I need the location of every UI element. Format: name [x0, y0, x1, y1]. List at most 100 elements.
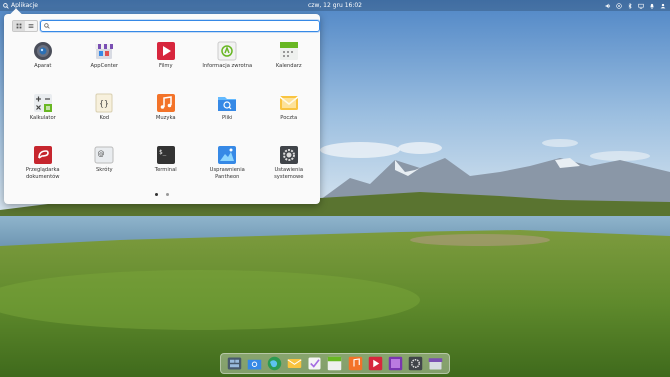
bluetooth-icon [628, 2, 632, 9]
app-skroty[interactable]: @ Skróty [74, 142, 136, 194]
dock-settings[interactable] [408, 356, 423, 371]
dock-multitasking[interactable] [227, 356, 242, 371]
dock-appcenter[interactable] [428, 356, 443, 371]
app-filmy[interactable]: Filmy [135, 38, 197, 90]
page-indicator [4, 193, 320, 196]
appcenter-icon [95, 44, 114, 59]
display-indicator[interactable] [638, 3, 644, 9]
calendar-icon [279, 42, 298, 60]
dock-music[interactable] [348, 356, 363, 371]
app-label: Ustawienia systemowe [274, 167, 304, 180]
mail-icon [287, 359, 302, 368]
dock-mail[interactable] [287, 356, 302, 371]
grid-icon [16, 23, 22, 29]
files-icon [247, 359, 261, 370]
app-label: Poczta [280, 115, 298, 121]
notifications-indicator[interactable] [649, 3, 655, 9]
files-icon [218, 97, 237, 111]
app-kalendarz[interactable]: Kalendarz [258, 38, 320, 90]
app-kod[interactable]: {} Kod [74, 90, 136, 142]
panel-clock[interactable]: czw, 12 gru 16:02 [308, 2, 362, 9]
svg-text:$_: $_ [159, 149, 167, 156]
volume-icon [605, 3, 611, 8]
app-usprawnienia-pantheon[interactable]: Usprawnienia Pantheon [197, 142, 259, 194]
videos-icon [368, 356, 383, 371]
top-panel: Aplikacje czw, 12 gru 16:02 [0, 0, 670, 11]
feedback-icon [217, 41, 237, 61]
list-icon [28, 24, 34, 28]
dock-calendar[interactable] [327, 356, 342, 371]
applications-menu-button[interactable]: Aplikacje [3, 0, 38, 11]
mail-icon [279, 96, 299, 110]
photos-icon [388, 356, 403, 371]
dock-photos[interactable] [388, 356, 403, 371]
camera-icon [33, 42, 52, 60]
app-poczta[interactable]: Poczta [258, 90, 320, 142]
monitor-icon [638, 3, 644, 9]
music-icon [156, 94, 175, 112]
page-dot-1[interactable] [155, 193, 158, 196]
bluetooth-indicator[interactable] [627, 2, 633, 9]
network-indicator[interactable] [616, 2, 622, 9]
app-aparat[interactable]: Aparat [12, 38, 74, 90]
app-pliki[interactable]: Pliki [197, 90, 259, 142]
search-box [40, 20, 320, 32]
dock-browser[interactable] [267, 356, 282, 371]
app-muzyka[interactable]: Muzyka [135, 90, 197, 142]
svg-text:{}: {} [99, 99, 109, 108]
tweaks-icon [218, 146, 237, 164]
search-icon [3, 2, 9, 9]
app-label: Kod [99, 115, 110, 121]
app-appcenter[interactable]: AppCenter [74, 38, 136, 90]
app-grid: Aparat AppCenter Filmy Informacja zwrotn… [12, 38, 312, 198]
appcenter-icon [429, 358, 443, 370]
app-kalkulator[interactable]: Kalkulator [12, 90, 74, 142]
app-label: Aparat [34, 63, 52, 69]
app-label: Kalendarz [275, 63, 302, 69]
browser-icon [267, 356, 282, 371]
music-icon [348, 356, 362, 371]
multitasking-icon [227, 357, 241, 370]
app-label: Kalkulator [29, 115, 56, 121]
tasks-icon [308, 357, 321, 370]
dock-tasks[interactable] [307, 356, 322, 371]
dock [220, 353, 450, 374]
app-label: Terminal [154, 167, 177, 173]
page-dot-2[interactable] [166, 193, 169, 196]
view-mode-switch [12, 20, 38, 32]
app-label: Informacja zwrotna [202, 63, 253, 69]
applications-launcher-popover: Aparat AppCenter Filmy Informacja zwrotn… [4, 14, 320, 204]
app-informacja-zwrotna[interactable]: Informacja zwrotna [197, 38, 259, 90]
keyboard-shortcuts-icon: @ [94, 146, 114, 164]
app-label: Filmy [158, 63, 173, 69]
terminal-icon: $_ [156, 146, 175, 164]
document-viewer-icon [33, 146, 52, 164]
session-indicator[interactable] [660, 3, 666, 9]
svg-text:@: @ [98, 150, 105, 158]
app-label: Skróty [95, 167, 113, 173]
calendar-icon [328, 356, 342, 371]
sound-indicator[interactable] [605, 3, 611, 9]
app-ustawienia-systemowe[interactable]: Ustawienia systemowe [258, 142, 320, 194]
app-label: Przeglądarka dokumentów [25, 167, 60, 180]
code-icon: {} [95, 93, 113, 113]
app-label: AppCenter [90, 63, 119, 69]
search-input[interactable] [51, 21, 311, 31]
calculator-icon [33, 94, 52, 112]
search-icon [44, 23, 50, 29]
settings-icon [408, 356, 423, 371]
app-label: Pliki [222, 115, 233, 121]
dock-files[interactable] [247, 356, 262, 371]
app-label: Muzyka [155, 115, 176, 121]
user-icon [660, 3, 666, 8]
settings-icon [279, 146, 298, 164]
category-view-button[interactable] [25, 21, 37, 31]
videos-icon [156, 42, 175, 60]
app-terminal[interactable]: $_ Terminal [135, 142, 197, 194]
dock-videos[interactable] [368, 356, 383, 371]
app-label: Usprawnienia Pantheon [209, 167, 245, 180]
grid-view-button[interactable] [13, 21, 25, 31]
bell-icon [650, 3, 654, 9]
app-przegladarka-dokumentow[interactable]: Przeglądarka dokumentów [12, 142, 74, 194]
network-icon [616, 2, 622, 9]
